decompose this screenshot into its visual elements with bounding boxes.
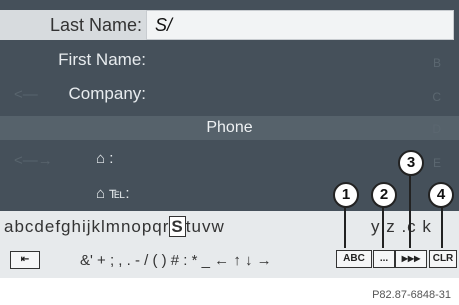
home-fax-label[interactable]: ⌂ ℡: [96,184,156,202]
callout-4-leader [441,204,443,248]
ghost-c: C [432,90,441,104]
abc-key[interactable]: ABC [336,250,372,268]
symbol-bar[interactable]: &' + ; , . - / ( ) # : * _ ← ↑ ↓ → [80,252,272,269]
callout-1-leader [344,204,346,248]
home-phone-label[interactable]: ⌂ : [96,150,156,167]
callout-4: 4 [428,182,454,208]
reference-code: P82.87-6848-31 [372,289,451,301]
last-name-label: Last Name: [49,15,142,35]
letters-tail[interactable]: y z .c k [371,217,432,237]
back-icon[interactable]: ⇤ [10,251,40,269]
last-name-input[interactable]: S/ [146,10,454,40]
ghost-arrow-2: <—→ [14,152,53,169]
display-screen: Last Name: S/ First Name: B Company: <— … [0,0,459,278]
last-name-label-box: Last Name: [0,10,146,40]
phone-header-label: Phone [206,119,253,136]
selected-letter[interactable]: S [169,216,186,237]
callout-2-leader [382,204,384,248]
phone-section-header: Phone [0,116,459,140]
ghost-arrow-1: <— [14,86,38,103]
callout-3: 3 [398,150,424,176]
more-symbols-key[interactable]: ... [373,250,395,268]
ghost-d: D [432,122,441,136]
ghost-b: B [432,56,441,70]
callout-1: 1 [333,182,359,208]
clear-key[interactable]: CLR [429,250,457,268]
ghost-e: E [432,156,441,170]
letter-bar[interactable]: abcdefghijklmnopqr Stuvw [4,216,225,237]
first-name-label[interactable]: First Name: [0,50,146,70]
callout-2: 2 [371,182,397,208]
callout-3-leader [409,172,411,248]
last-name-value: S/ [155,15,173,35]
letters-after[interactable]: tuvw [186,217,225,236]
letters-before[interactable]: abcdefghijklmnopqr [4,217,169,236]
list-icon[interactable]: ▶▶▶ [395,250,427,268]
